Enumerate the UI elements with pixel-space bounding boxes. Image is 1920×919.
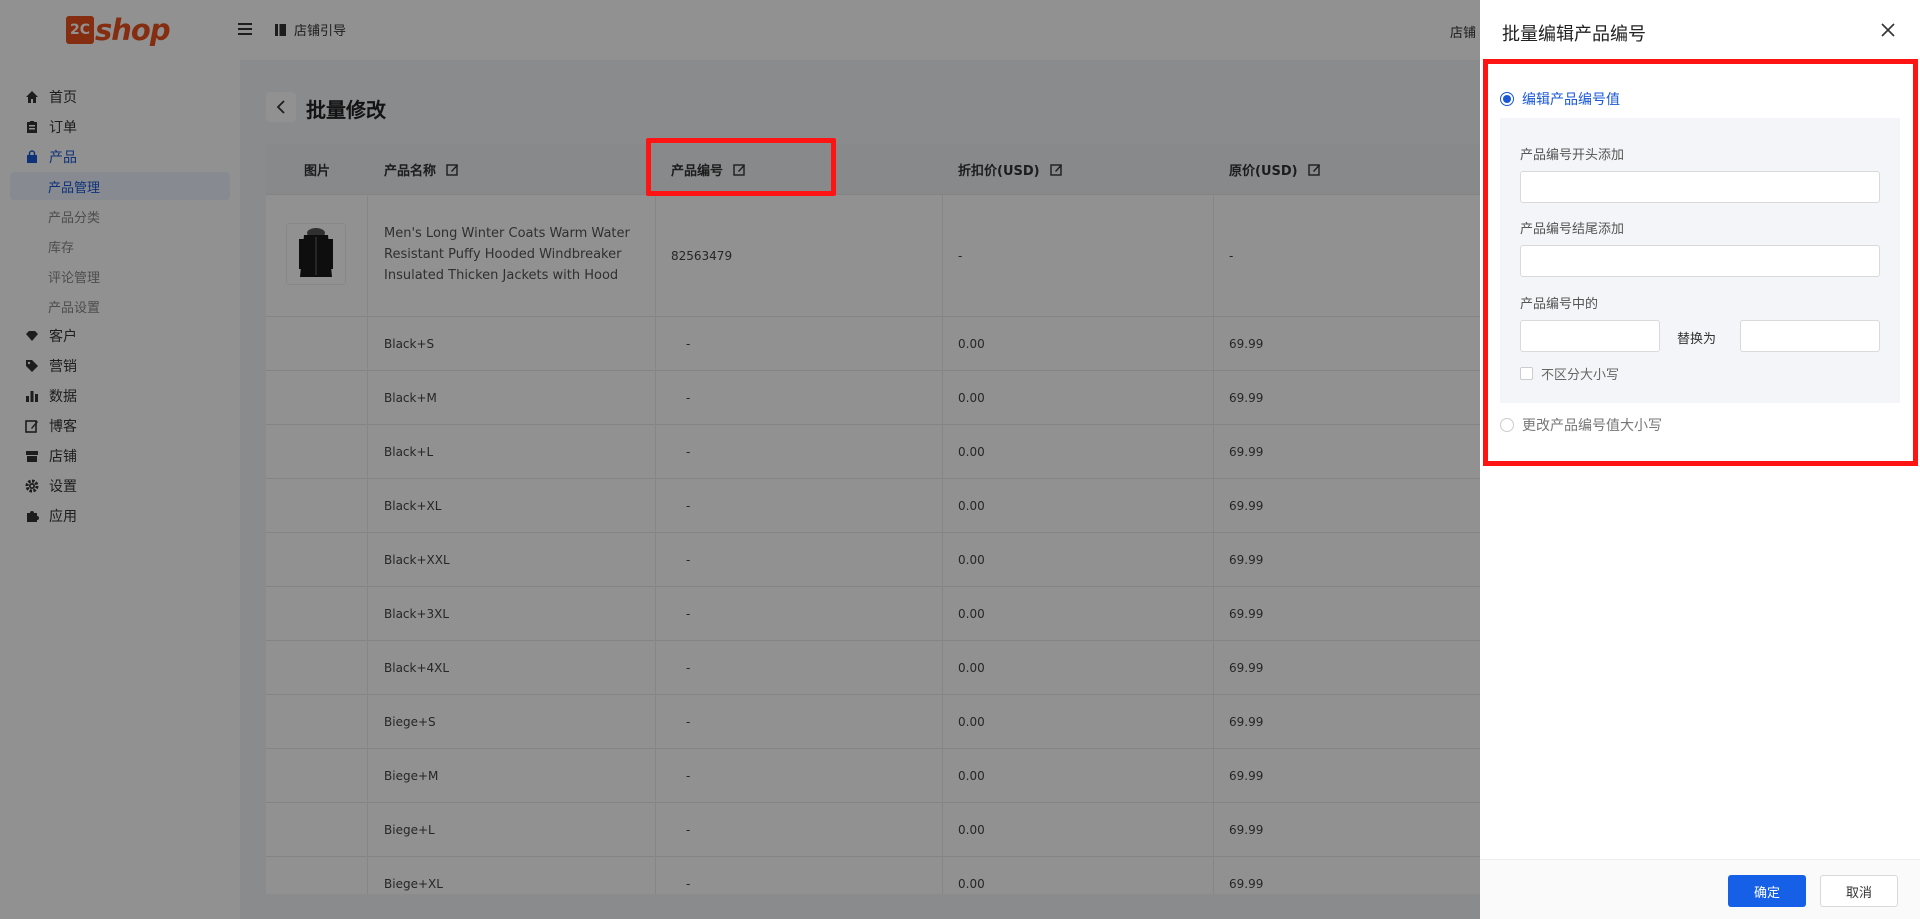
cancel-button[interactable]: 取消 [1820, 875, 1898, 907]
suffix-input[interactable] [1520, 245, 1880, 277]
suffix-label: 产品编号结尾添加 [1520, 222, 1625, 237]
radio-edit-sku-value[interactable]: 编辑产品编号值 [1500, 89, 1620, 109]
prefix-input[interactable] [1520, 171, 1880, 203]
bulk-edit-sku-drawer: 批量编辑产品编号 编辑产品编号值 产品编号开头添加 产品编号结尾添加 产品编号中… [1480, 0, 1920, 919]
checkbox-label: 不区分大小写 [1541, 368, 1620, 383]
edit-options-panel: 产品编号开头添加 产品编号结尾添加 产品编号中的 替换为 不区分大小写 [1500, 118, 1900, 403]
replace-find-input[interactable] [1520, 320, 1660, 352]
checkbox-box [1520, 367, 1533, 380]
drawer-footer: 确定 取消 [1480, 859, 1920, 919]
case-insensitive-checkbox[interactable]: 不区分大小写 [1520, 364, 1619, 383]
replace-label: 产品编号中的 [1520, 297, 1599, 312]
radio-label: 更改产品编号值大小写 [1522, 418, 1662, 434]
replace-with-label: 替换为 [1677, 332, 1717, 347]
confirm-button[interactable]: 确定 [1728, 875, 1806, 907]
replace-with-input[interactable] [1740, 320, 1880, 352]
sku-column-highlight [646, 138, 836, 196]
drawer-title: 批量编辑产品编号 [1502, 24, 1646, 45]
radio-label: 编辑产品编号值 [1522, 92, 1620, 108]
prefix-label: 产品编号开头添加 [1520, 148, 1625, 163]
radio-dot [1500, 418, 1514, 432]
radio-change-sku-case[interactable]: 更改产品编号值大小写 [1500, 415, 1662, 435]
radio-dot [1500, 92, 1514, 106]
close-icon[interactable] [1878, 20, 1898, 40]
